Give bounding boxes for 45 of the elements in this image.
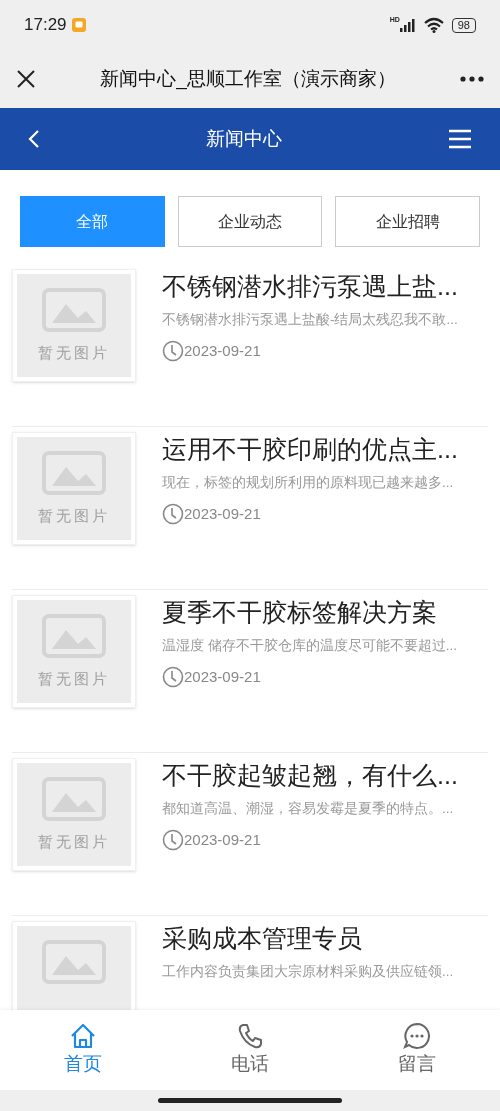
article-title[interactable]: 采购成本管理专员 xyxy=(162,920,488,956)
category-tab[interactable]: 企业招聘 xyxy=(335,196,480,247)
nav-tab[interactable]: 留言 xyxy=(333,1010,500,1090)
article-date: 2023-09-21 xyxy=(184,504,261,524)
article-date: 2023-09-21 xyxy=(184,667,261,687)
clock-icon xyxy=(162,503,184,526)
nav-tab[interactable]: 首页 xyxy=(0,1010,167,1090)
clock-icon xyxy=(162,666,184,689)
placeholder-text: 暂无图片 xyxy=(38,343,110,363)
phone-icon xyxy=(236,1022,264,1050)
article-title[interactable]: 不干胶起皱起翘，有什么... xyxy=(162,757,488,793)
chat-bubble-icon xyxy=(402,1022,431,1050)
article-summary: 温湿度 储存不干胶仓库的温度尽可能不要超过... xyxy=(162,637,458,655)
placeholder-text: 暂无图片 xyxy=(38,832,110,852)
menu-icon[interactable] xyxy=(448,129,472,149)
article-summary: 工作内容负责集团大宗原材料采购及供应链领... xyxy=(162,963,455,981)
category-tab[interactable]: 企业动态 xyxy=(177,196,323,247)
back-icon[interactable] xyxy=(28,129,40,149)
picture-icon xyxy=(42,777,106,821)
nav-tab[interactable]: 电话 xyxy=(166,1010,334,1090)
picture-icon xyxy=(42,288,106,332)
window-title: 新闻中心_思顺工作室（演示商家） xyxy=(99,66,397,92)
signal-icon xyxy=(399,18,416,32)
more-icon[interactable] xyxy=(460,76,484,82)
article-summary: 都知道高温、潮湿，容易发霉是夏季的特点。... xyxy=(162,800,455,818)
article-title[interactable]: 夏季不干胶标签解决方案 xyxy=(162,594,488,630)
close-icon[interactable] xyxy=(16,69,36,89)
clock-icon xyxy=(162,829,184,852)
article-summary: 不锈钢潜水排污泵遇上盐酸-结局太残忍我不敢... xyxy=(162,311,459,329)
clock-icon xyxy=(162,340,184,363)
picture-icon xyxy=(42,940,106,984)
picture-icon xyxy=(42,451,106,495)
notification-icon xyxy=(70,17,87,33)
article-summary: 现在，标签的规划所利用的原料现已越来越多... xyxy=(162,474,455,492)
picture-icon xyxy=(42,614,106,658)
header-title: 新闻中心 xyxy=(205,126,283,151)
article-date: 2023-09-21 xyxy=(184,341,261,361)
placeholder-text: 暂无图片 xyxy=(38,506,110,526)
article-title[interactable]: 运用不干胶印刷的优点主... xyxy=(162,431,488,467)
article-date: 2023-09-21 xyxy=(184,830,261,850)
wifi-icon xyxy=(423,17,444,33)
placeholder-text: 暂无图片 xyxy=(38,669,110,689)
battery-indicator: 98 xyxy=(451,17,476,33)
status-time: 17:29 xyxy=(24,14,67,37)
article-title[interactable]: 不锈钢潜水排污泵遇上盐... xyxy=(162,268,488,304)
